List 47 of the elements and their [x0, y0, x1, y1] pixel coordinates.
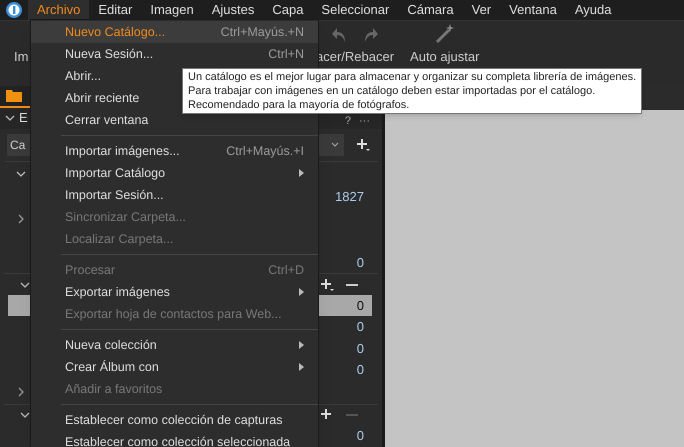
panel-title: E	[19, 109, 28, 128]
item-count: 0	[356, 427, 364, 446]
undo-icon[interactable]	[331, 26, 348, 44]
chevron-down-icon[interactable]	[20, 410, 30, 420]
dropdown-chevron-icon[interactable]	[330, 141, 340, 150]
item-count: 0	[356, 340, 364, 358]
app-logo[interactable]	[5, 1, 23, 19]
menu-bar-item[interactable]: Ver	[462, 0, 500, 20]
menu-item[interactable]: Importar Sesión...	[31, 184, 318, 206]
item-count: 0	[356, 361, 364, 380]
help-icon[interactable]: ?	[344, 116, 351, 127]
tooltip: Un catálogo es el mejor lugar para almacenar y organizar su completa librería de imágenes. Para trabajar con imágenes en un catálogo deben estar importadas por el catálogo. Recomendado para la mayoría de fotógrafos.	[182, 68, 642, 114]
folder-icon[interactable]	[6, 89, 22, 102]
menu-bar-item[interactable]: Capa	[263, 0, 312, 20]
item-count: 0	[356, 318, 364, 336]
menu-item[interactable]: Establecer como colección de capturas	[31, 409, 318, 431]
menu-bar-item[interactable]: Ayuda	[566, 0, 620, 20]
menu-item[interactable]: Nueva colección	[31, 334, 318, 356]
chevron-down-icon[interactable]	[20, 280, 30, 290]
menu-item[interactable]: Establecer como colección seleccionada	[31, 431, 318, 447]
toolbar-label: Auto ajustar	[410, 48, 480, 66]
menu-bar-item[interactable]: Imagen	[141, 0, 203, 20]
add-menu-icon[interactable]	[320, 278, 334, 292]
chevron-down-icon[interactable]	[5, 113, 15, 124]
magic-wand-icon[interactable]	[434, 22, 456, 44]
chevron-down-icon[interactable]	[16, 168, 26, 179]
chevron-right-icon[interactable]	[16, 214, 26, 224]
menu-bar-item[interactable]: Seleccionar	[312, 0, 398, 20]
toolbar-label: acer/Rebacer	[316, 48, 394, 66]
menu-item[interactable]: Exportar imágenes	[31, 281, 318, 303]
item-count: 0	[356, 296, 364, 315]
menu-item[interactable]: Crear Álbum con	[31, 356, 318, 378]
menu-item[interactable]: Importar Catálogo	[31, 162, 318, 184]
menu-bar-item[interactable]: Ajustes	[202, 0, 264, 20]
menu-item[interactable]: Nuevo Catálogo... Ctrl+Mayús.+N	[31, 21, 318, 43]
menu-bar-item[interactable]: Ventana	[500, 0, 566, 20]
item-count: 0	[356, 254, 364, 272]
menu-bar-item[interactable]: Editar	[89, 0, 142, 20]
more-icon[interactable]: ···	[359, 116, 370, 127]
redo-icon[interactable]	[363, 26, 380, 44]
menu-bar-item[interactable]: Archivo	[28, 0, 90, 20]
chevron-right-icon[interactable]	[16, 387, 26, 398]
add-menu-icon[interactable]	[356, 138, 370, 152]
toolbar-label: Im	[14, 48, 28, 66]
menu-bar-item[interactable]: Cámara	[398, 0, 463, 20]
menu-item[interactable]: Importar imágenes... Ctrl+Mayús.+I	[31, 140, 318, 162]
menu-item[interactable]: Nueva Sesión... Ctrl+N	[31, 43, 318, 65]
